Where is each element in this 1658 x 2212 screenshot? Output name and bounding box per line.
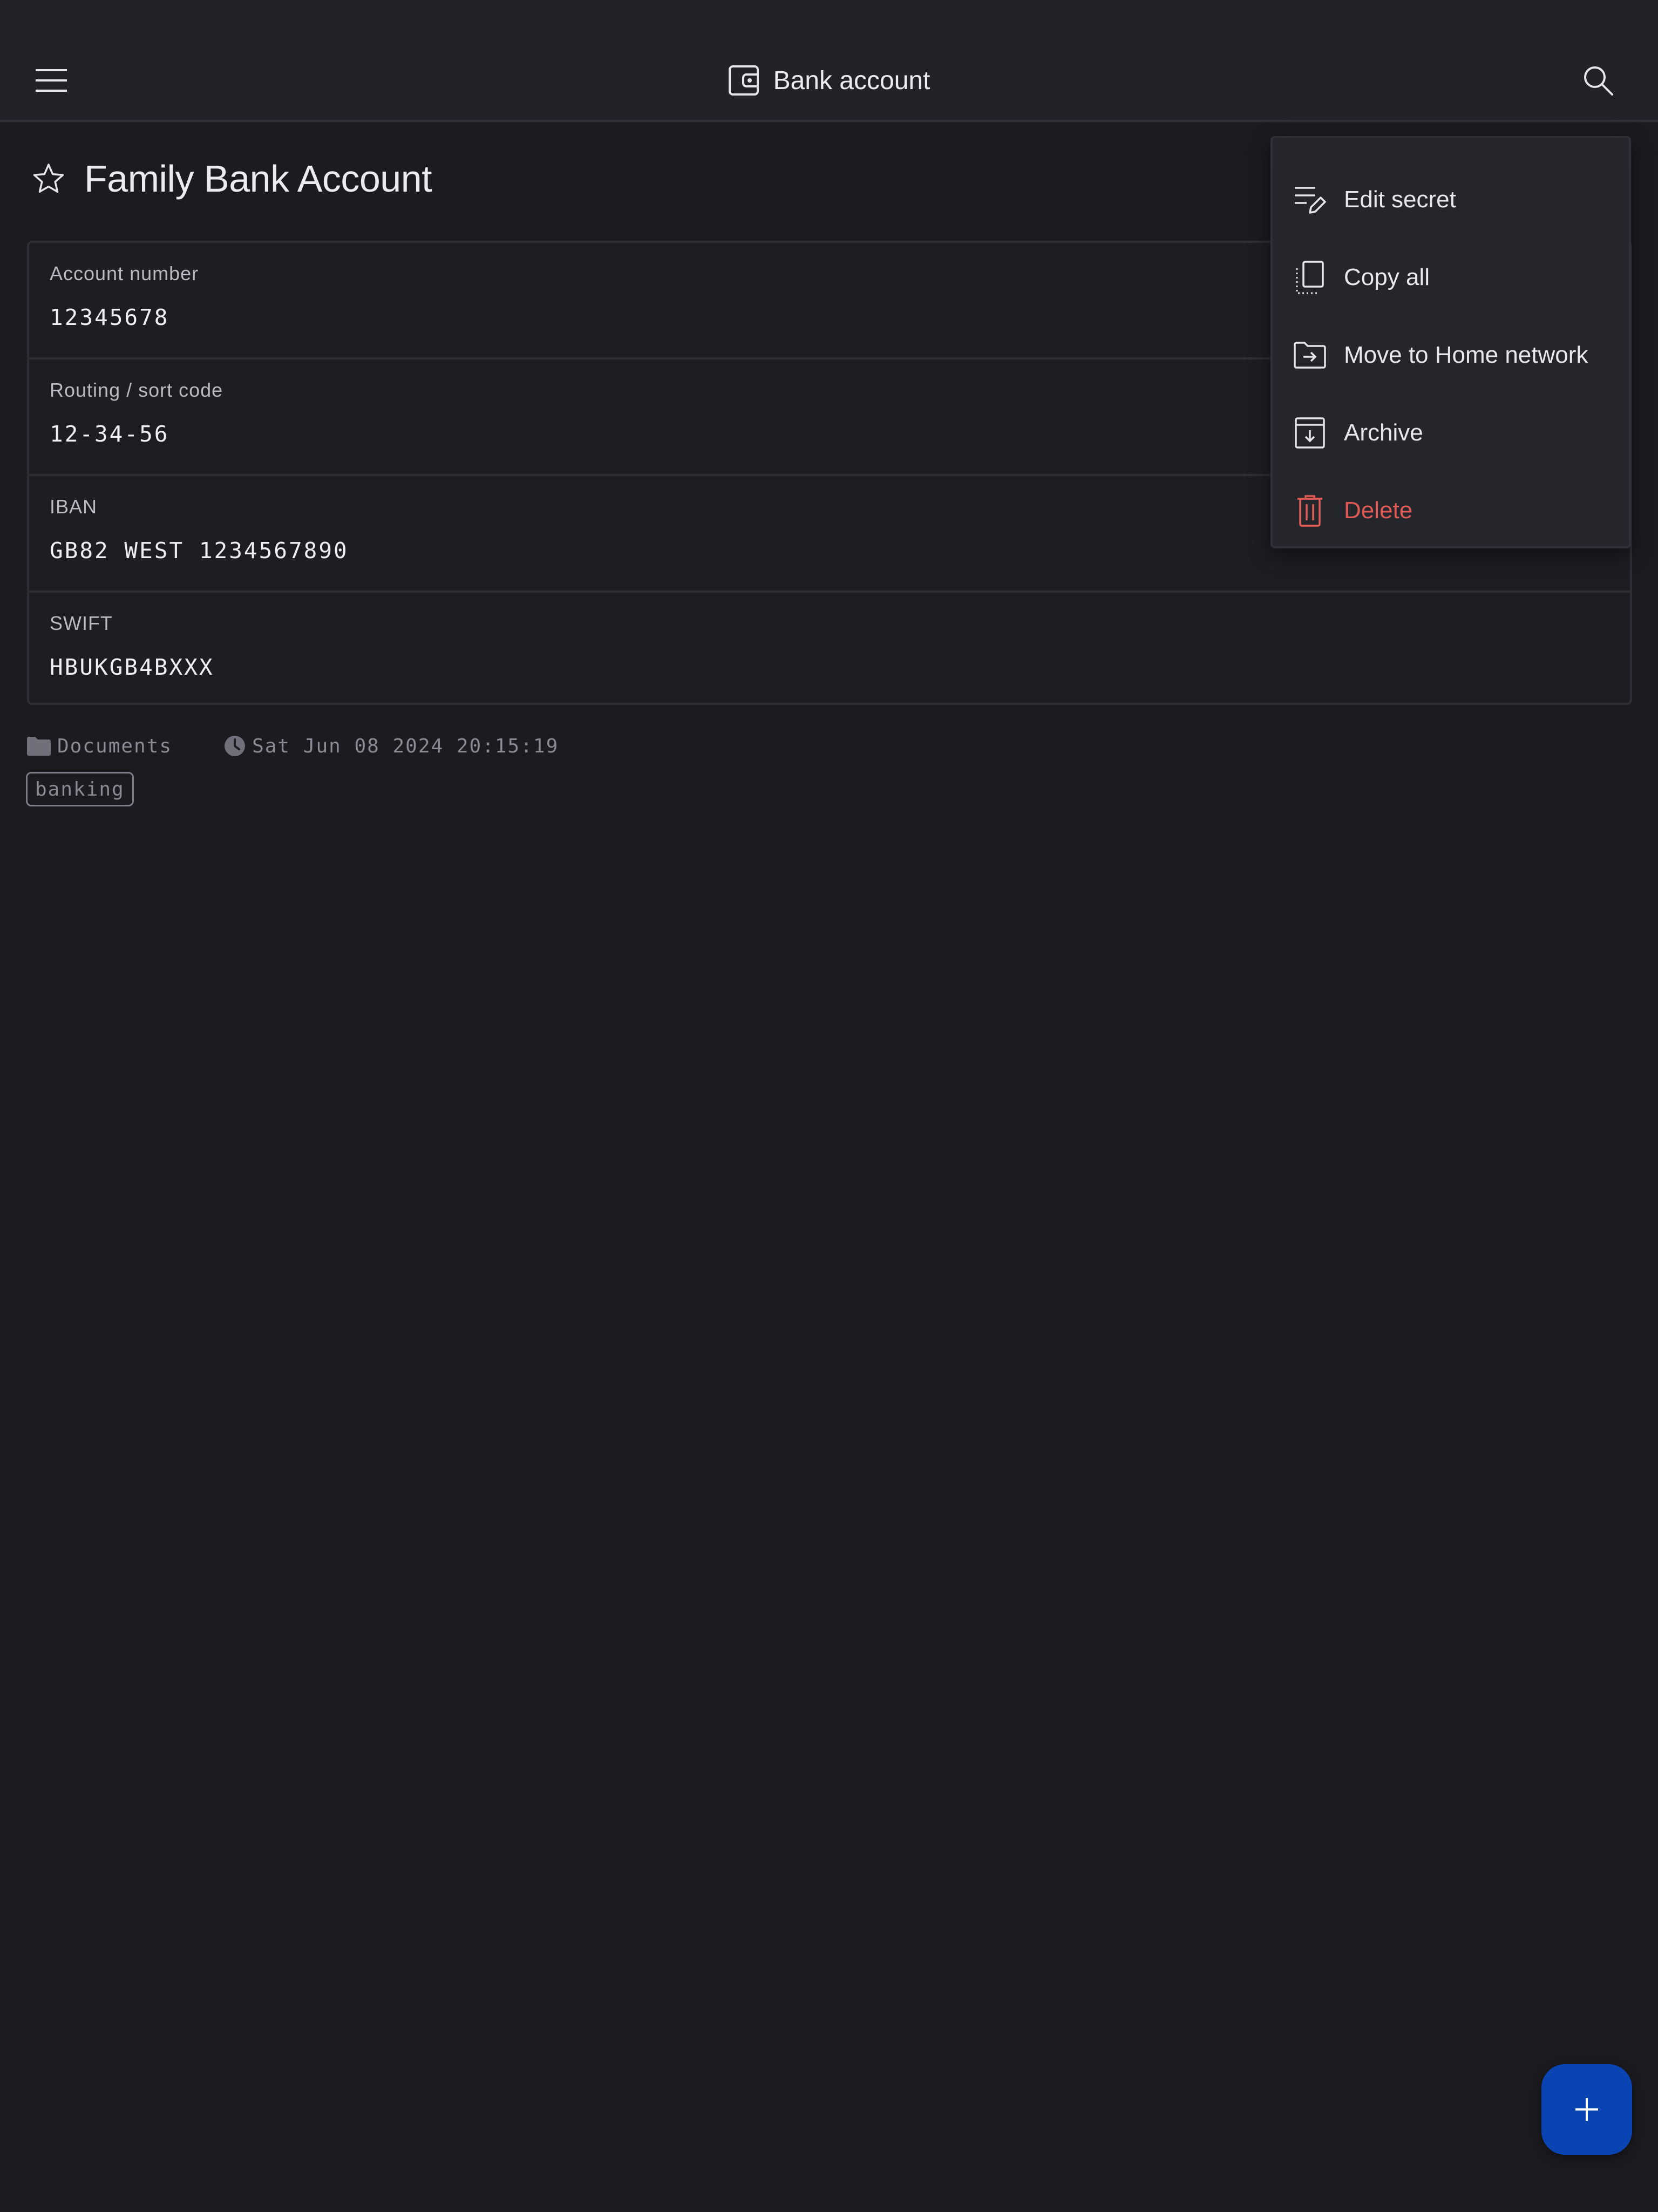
- field-swift[interactable]: SWIFT HBUKGB4BXXX: [29, 593, 1630, 709]
- menu-item-label: Copy all: [1344, 264, 1430, 290]
- edit-list-icon: [1293, 183, 1327, 216]
- secret-title-row: Family Bank Account: [32, 149, 432, 208]
- add-secret-button[interactable]: [1541, 2064, 1632, 2155]
- folder-move-icon: [1293, 338, 1327, 372]
- copy-icon: [1293, 261, 1327, 294]
- plus-icon: [1575, 2098, 1598, 2121]
- wallet-icon: [728, 65, 759, 96]
- field-value[interactable]: HBUKGB4BXXX: [50, 654, 214, 680]
- menu-item-move[interactable]: Move to Home network: [1273, 316, 1629, 394]
- tag-label: banking: [35, 778, 125, 800]
- timestamp: Sat Jun 08 2024 20:15:19: [224, 735, 559, 757]
- field-value[interactable]: GB82 WEST 1234567890: [50, 538, 349, 564]
- menu-item-label: Edit secret: [1344, 186, 1456, 213]
- menu-item-archive[interactable]: Archive: [1273, 394, 1629, 472]
- folder-icon: [27, 737, 51, 756]
- archive-icon: [1293, 416, 1327, 450]
- folder-link[interactable]: Documents: [27, 735, 172, 757]
- page-title: Family Bank Account: [84, 158, 432, 200]
- secret-meta: Documents Sat Jun 08 2024 20:15:19: [27, 731, 559, 761]
- menu-item-label: Move to Home network: [1344, 342, 1588, 368]
- actions-menu: Edit secret Copy all Move to Home networ…: [1270, 136, 1631, 548]
- page-header: Bank account: [0, 56, 1658, 105]
- header-title: Bank account: [773, 66, 930, 95]
- tag-chip[interactable]: banking: [26, 772, 134, 806]
- field-label: Account number: [50, 262, 199, 284]
- timestamp-text: Sat Jun 08 2024 20:15:19: [252, 735, 559, 757]
- star-outline-icon[interactable]: [32, 162, 65, 195]
- field-label: Routing / sort code: [50, 379, 223, 401]
- field-label: IBAN: [50, 496, 98, 518]
- clock-icon: [225, 736, 246, 756]
- menu-item-label: Archive: [1344, 419, 1423, 446]
- menu-item-delete[interactable]: Delete: [1273, 472, 1629, 549]
- field-label: SWIFT: [50, 612, 113, 634]
- search-button[interactable]: [1574, 56, 1622, 105]
- field-value[interactable]: 12345678: [50, 304, 169, 330]
- trash-icon: [1293, 494, 1327, 527]
- menu-item-edit-secret[interactable]: Edit secret: [1273, 161, 1629, 239]
- folder-name[interactable]: Documents: [57, 735, 172, 757]
- field-value[interactable]: 12-34-56: [50, 421, 169, 447]
- menu-item-label: Delete: [1344, 497, 1413, 524]
- menu-item-copy-all[interactable]: Copy all: [1273, 239, 1629, 316]
- app-bar: Bank account: [0, 0, 1658, 122]
- search-icon: [1584, 66, 1613, 96]
